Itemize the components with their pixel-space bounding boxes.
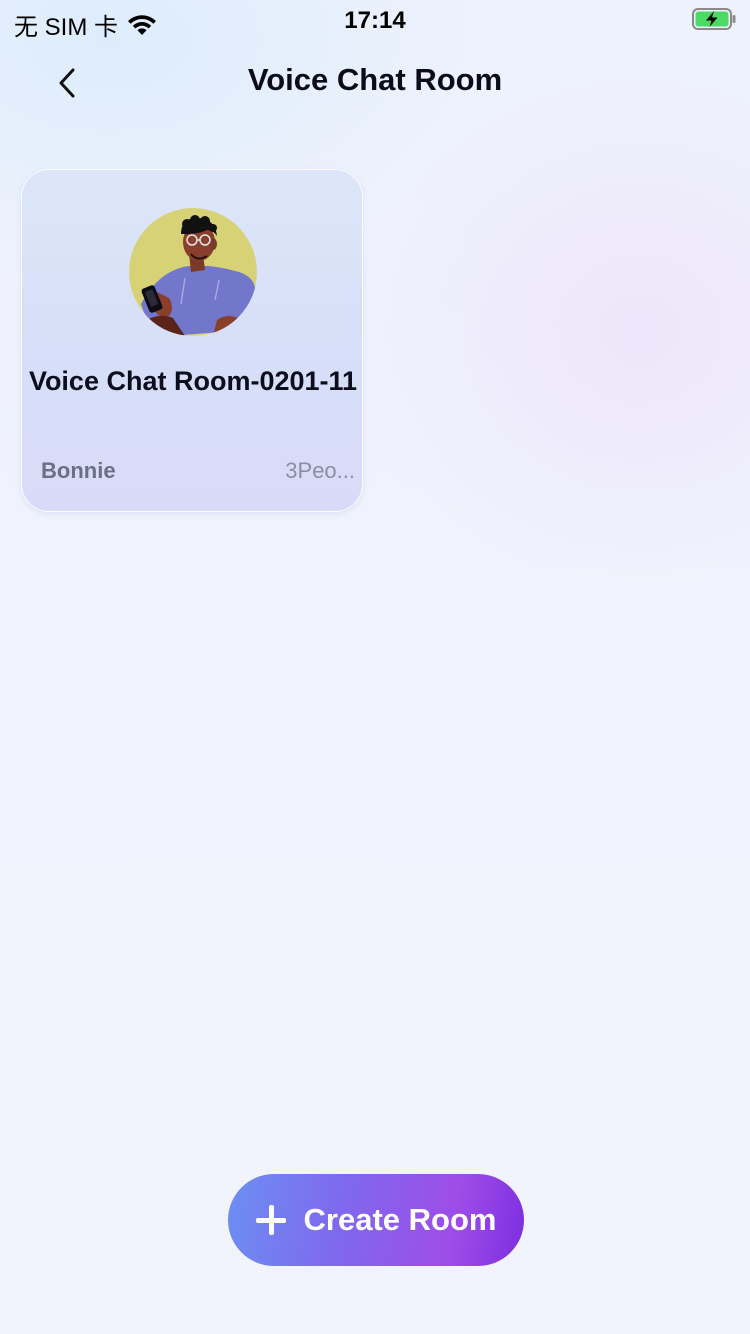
status-time: 17:14 bbox=[344, 7, 406, 34]
create-room-button[interactable]: Create Room bbox=[228, 1174, 524, 1266]
room-people-count: 3Peo... bbox=[285, 458, 355, 483]
plus-icon bbox=[255, 1205, 286, 1235]
room-owner: Bonnie bbox=[41, 458, 116, 483]
status-bar: 无 SIM 卡 17:14 bbox=[0, 0, 750, 41]
room-card[interactable]: Voice Chat Room-0201-11 Bonnie 3Peo... bbox=[21, 169, 363, 512]
room-name: Voice Chat Room-0201-11 bbox=[28, 366, 358, 396]
battery-charging-icon bbox=[692, 8, 736, 30]
room-avatar bbox=[129, 208, 257, 336]
nav-bar: Voice Chat Room bbox=[0, 50, 750, 114]
avatar-illustration bbox=[129, 208, 257, 336]
page-title: Voice Chat Room bbox=[247, 62, 503, 97]
create-room-label: Create Room bbox=[303, 1202, 497, 1237]
